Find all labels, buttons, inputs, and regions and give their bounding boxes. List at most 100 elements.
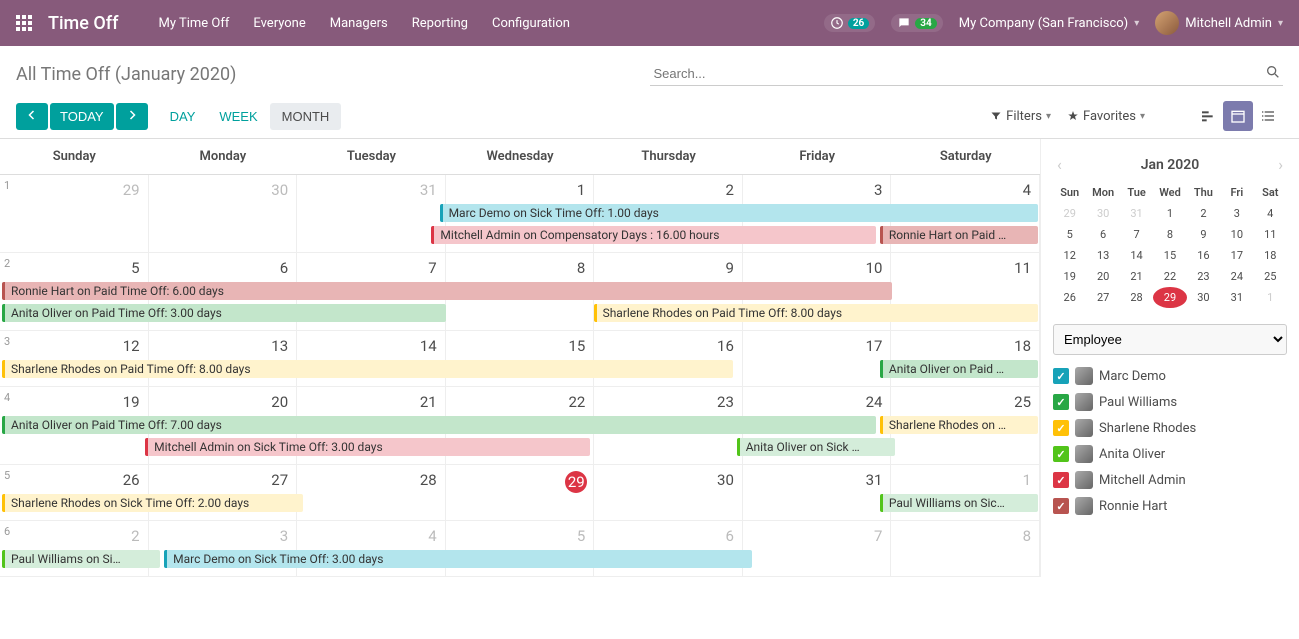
mini-day[interactable]: 24 (1220, 266, 1253, 287)
nav-configuration[interactable]: Configuration (492, 16, 570, 31)
day-number: 31 (420, 181, 437, 199)
prev-period-button[interactable] (16, 103, 48, 130)
mini-day[interactable]: 25 (1254, 266, 1287, 287)
checkbox-icon: ✓ (1053, 394, 1069, 410)
mini-day[interactable]: 22 (1153, 266, 1186, 287)
day-number: 11 (1014, 259, 1031, 277)
apps-icon[interactable] (16, 15, 32, 31)
dow-header: Monday (149, 139, 298, 174)
calendar-event[interactable]: Sharlene Rhodes on … (880, 416, 1038, 434)
day-number: 14 (420, 337, 437, 355)
mini-day[interactable]: 3 (1220, 203, 1253, 224)
view-list[interactable] (1253, 101, 1283, 131)
mini-prev-button[interactable]: ‹ (1053, 155, 1066, 174)
calendar-event[interactable]: Sharlene Rhodes on Sick Time Off: 2.00 d… (2, 494, 303, 512)
mini-day[interactable]: 29 (1153, 287, 1186, 308)
mini-day[interactable]: 9 (1187, 224, 1220, 245)
employee-filter-item[interactable]: ✓Ronnie Hart (1053, 493, 1287, 519)
dow-header: Wednesday (446, 139, 595, 174)
mini-day[interactable]: 4 (1254, 203, 1287, 224)
app-brand[interactable]: Time Off (48, 13, 118, 34)
search-input[interactable] (650, 62, 1284, 86)
mini-day[interactable]: 30 (1187, 287, 1220, 308)
search-icon[interactable] (1265, 64, 1281, 84)
calendar-event[interactable]: Mitchell Admin on Compensatory Days : 16… (431, 226, 875, 244)
mini-day[interactable]: 12 (1053, 245, 1086, 266)
mini-day[interactable]: 29 (1053, 203, 1086, 224)
messages-indicator[interactable]: 34 (891, 14, 942, 32)
activity-badge: 26 (848, 18, 869, 29)
avatar (1075, 471, 1093, 489)
mini-day[interactable]: 14 (1120, 245, 1153, 266)
mini-day[interactable]: 16 (1187, 245, 1220, 266)
mini-day[interactable]: 20 (1086, 266, 1119, 287)
nav-everyone[interactable]: Everyone (253, 16, 305, 31)
filters-dropdown[interactable]: Filters ▾ (990, 109, 1051, 124)
mini-day[interactable]: 2 (1187, 203, 1220, 224)
company-switcher[interactable]: My Company (San Francisco) ▾ (959, 16, 1139, 31)
mini-day[interactable]: 1 (1254, 287, 1287, 308)
mini-day[interactable]: 23 (1187, 266, 1220, 287)
calendar-event[interactable]: Sharlene Rhodes on Paid Time Off: 8.00 d… (2, 360, 733, 378)
next-period-button[interactable] (116, 103, 148, 130)
favorites-dropdown[interactable]: Favorites ▾ (1067, 109, 1145, 124)
day-number: 30 (271, 181, 288, 199)
activity-indicator[interactable]: 26 (824, 14, 875, 32)
employee-filter-item[interactable]: ✓Marc Demo (1053, 363, 1287, 389)
day-number: 8 (1023, 527, 1031, 545)
mini-day[interactable]: 30 (1086, 203, 1119, 224)
day-number: 5 (577, 527, 585, 545)
mini-day[interactable]: 6 (1086, 224, 1119, 245)
mini-day[interactable]: 13 (1086, 245, 1119, 266)
mini-day[interactable]: 31 (1220, 287, 1253, 308)
mini-day[interactable]: 21 (1120, 266, 1153, 287)
employee-select[interactable]: Employee (1053, 324, 1287, 355)
calendar-event[interactable]: Anita Oliver on Paid … (880, 360, 1038, 378)
mini-day[interactable]: 19 (1053, 266, 1086, 287)
calendar-event[interactable]: Ronnie Hart on Paid … (880, 226, 1038, 244)
mini-day[interactable]: 8 (1153, 224, 1186, 245)
nav-reporting[interactable]: Reporting (412, 16, 468, 31)
view-calendar[interactable] (1223, 101, 1253, 131)
employee-filter-item[interactable]: ✓Anita Oliver (1053, 441, 1287, 467)
employee-name: Anita Oliver (1099, 447, 1165, 462)
scale-month[interactable]: MONTH (270, 103, 342, 130)
mini-day[interactable]: 15 (1153, 245, 1186, 266)
calendar-event[interactable]: Sharlene Rhodes on Paid Time Off: 8.00 d… (594, 304, 1038, 322)
calendar-event[interactable]: Mitchell Admin on Sick Time Off: 3.00 da… (145, 438, 589, 456)
today-button[interactable]: TODAY (50, 103, 114, 130)
day-number: 8 (577, 259, 585, 277)
employee-filter-item[interactable]: ✓Sharlene Rhodes (1053, 415, 1287, 441)
mini-next-button[interactable]: › (1274, 155, 1287, 174)
view-gantt[interactable] (1193, 101, 1223, 131)
calendar-event[interactable]: Ronnie Hart on Paid Time Off: 6.00 days (2, 282, 892, 300)
day-number: 2 (131, 527, 139, 545)
calendar-event[interactable]: Anita Oliver on Paid Time Off: 7.00 days (2, 416, 876, 434)
mini-day[interactable]: 28 (1120, 287, 1153, 308)
nav-my-time-off[interactable]: My Time Off (158, 16, 229, 31)
mini-day[interactable]: 18 (1254, 245, 1287, 266)
calendar-event[interactable]: Paul Williams on Si… (2, 550, 160, 568)
calendar-event[interactable]: Marc Demo on Sick Time Off: 3.00 days (164, 550, 752, 568)
scale-week[interactable]: WEEK (207, 103, 269, 130)
mini-day[interactable]: 11 (1254, 224, 1287, 245)
employee-filter-item[interactable]: ✓Mitchell Admin (1053, 467, 1287, 493)
calendar-event[interactable]: Anita Oliver on Paid Time Off: 3.00 days (2, 304, 446, 322)
employee-filter-item[interactable]: ✓Paul Williams (1053, 389, 1287, 415)
nav-managers[interactable]: Managers (330, 16, 388, 31)
mini-day[interactable]: 27 (1086, 287, 1119, 308)
user-menu[interactable]: Mitchell Admin ▾ (1155, 11, 1283, 35)
calendar-event[interactable]: Anita Oliver on Sick … (737, 438, 895, 456)
mini-day[interactable]: 10 (1220, 224, 1253, 245)
calendar-event[interactable]: Marc Demo on Sick Time Off: 1.00 days (440, 204, 1038, 222)
mini-day[interactable]: 26 (1053, 287, 1086, 308)
mini-day[interactable]: 31 (1120, 203, 1153, 224)
mini-day[interactable]: 1 (1153, 203, 1186, 224)
calendar-event[interactable]: Paul Williams on Sic… (880, 494, 1038, 512)
mini-day[interactable]: 5 (1053, 224, 1086, 245)
mini-day[interactable]: 7 (1120, 224, 1153, 245)
scale-day[interactable]: DAY (158, 103, 208, 130)
calendar-week: 12930311234Marc Demo on Sick Time Off: 1… (0, 175, 1040, 253)
mini-day[interactable]: 17 (1220, 245, 1253, 266)
dow-header: Tuesday (297, 139, 446, 174)
